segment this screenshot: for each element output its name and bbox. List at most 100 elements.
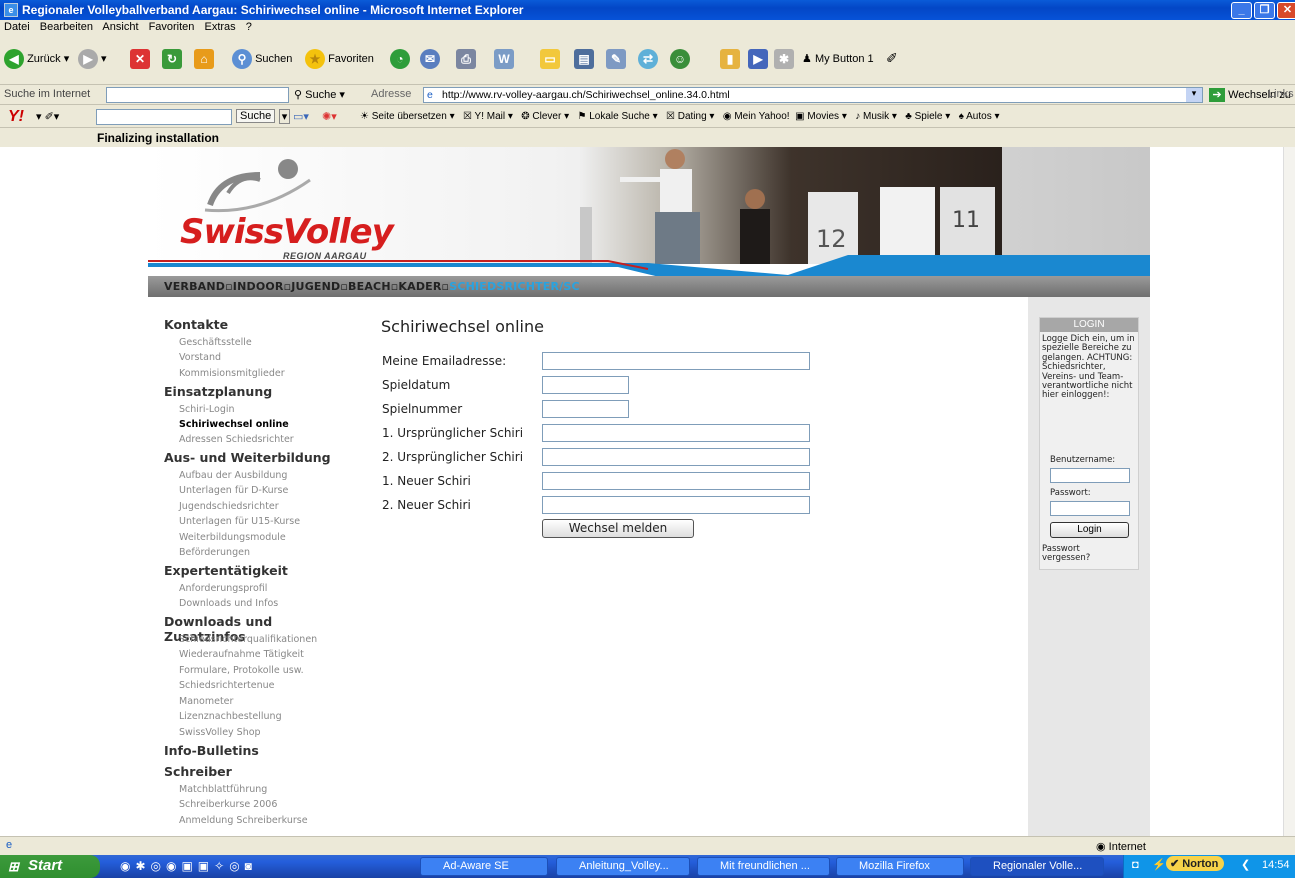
yahoo-highlight-icon[interactable]: ▭▾	[293, 110, 309, 123]
sidebar-item[interactable]: Wiederaufnahme Tätigkeit	[179, 649, 304, 660]
date-field[interactable]	[542, 376, 629, 394]
sidebar-item[interactable]: Anforderungsprofil	[179, 583, 267, 594]
submit-change-button[interactable]: Wechsel melden	[542, 519, 694, 538]
sidebar-item[interactable]: Schiri-Login	[179, 404, 235, 415]
network-icon[interactable]: ⇄	[638, 49, 658, 69]
norton-badge[interactable]: ✔ Norton	[1166, 856, 1225, 871]
menu-help[interactable]: ?	[246, 21, 252, 33]
sidebar-item[interactable]: Schiedsrichterqualifikationen	[179, 634, 317, 645]
sidebar-item[interactable]: Unterlagen für U15-Kurse	[179, 516, 300, 527]
yahoo-logo-icon[interactable]: Y!	[8, 108, 24, 126]
nav-beach[interactable]: BEACH	[348, 280, 391, 293]
yahoo-pencil-icon[interactable]: ▾ ✐▾	[36, 110, 59, 123]
close-button[interactable]: ✕	[1277, 2, 1295, 19]
sidebar-item[interactable]: Lizenznachbestellung	[179, 711, 282, 722]
menu-datei[interactable]: Datei	[4, 21, 30, 33]
local-search-link[interactable]: ⚑ Lokale Suche ▾	[577, 111, 657, 122]
yahoo-search-dropdown-icon[interactable]: ▾	[279, 109, 290, 124]
minimize-button[interactable]: _	[1231, 2, 1252, 19]
sidebar-item[interactable]: Anmeldung Schreiberkurse	[179, 815, 308, 826]
sidebar-item[interactable]: SwissVolley Shop	[179, 727, 261, 738]
new-referee-2-field[interactable]	[542, 496, 810, 514]
edit-icon[interactable]: W	[494, 49, 514, 69]
forgot-password-link[interactable]: Passwort vergessen?	[1042, 544, 1102, 564]
sidebar-item[interactable]: Schreiberkurse 2006	[179, 799, 277, 810]
password-field[interactable]	[1050, 501, 1130, 516]
task-adaware[interactable]: Ad-Aware SE	[420, 857, 548, 876]
cars-link[interactable]: ♠ Autos ▾	[959, 111, 1000, 122]
movies-link[interactable]: ▣ Movies ▾	[795, 111, 847, 122]
sidebar-item[interactable]: Kommisionsmitglieder	[179, 368, 285, 379]
menu-ansicht[interactable]: Ansicht	[102, 21, 138, 33]
search-button[interactable]: ⚲ Suchen	[232, 49, 292, 69]
nav-jugend[interactable]: JUGEND	[291, 280, 340, 293]
sidebar-item[interactable]: Adressen Schiedsrichter	[179, 434, 294, 445]
sidebar-heading-ausbildung[interactable]: Aus- und Weiterbildung	[164, 450, 331, 465]
task-firefox[interactable]: Mozilla Firefox	[836, 857, 964, 876]
users-icon[interactable]: ☺	[670, 49, 690, 69]
sidebar-heading-schreiber[interactable]: Schreiber	[164, 764, 232, 779]
my-button-1[interactable]: ♟ My Button 1	[802, 52, 874, 65]
nav-schiedsrichter[interactable]: SCHIEDSRICHTER/SC	[449, 280, 580, 293]
address-input[interactable]: e http://www.rv-volley-aargau.ch/Schiriw…	[423, 87, 1203, 103]
play-icon[interactable]: ▶	[748, 49, 768, 69]
favorites-button[interactable]: ★ Favoriten	[305, 49, 374, 69]
maximize-button[interactable]: ❐	[1254, 2, 1275, 19]
sidebar-item[interactable]: Formulare, Protokolle usw.	[179, 665, 304, 676]
sidebar-item[interactable]: Manometer	[179, 696, 233, 707]
internet-search-button[interactable]: ⚲ Suche ▾	[294, 88, 345, 101]
email-field[interactable]	[542, 352, 810, 370]
games-link[interactable]: ♣ Spiele ▾	[905, 111, 950, 122]
quicklaunch-icons[interactable]: ◉✱◎◉▣▣✧◎◙	[120, 859, 257, 873]
my-yahoo-link[interactable]: ◉ Mein Yahoo!	[723, 111, 790, 122]
sidebar-item[interactable]: Weiterbildungsmodule	[179, 532, 286, 543]
nav-kader[interactable]: KADER	[398, 280, 441, 293]
menu-extras[interactable]: Extras	[204, 21, 235, 33]
pencil-icon[interactable]: ✐	[886, 50, 898, 67]
login-button[interactable]: Login	[1050, 522, 1129, 538]
task-mail[interactable]: Mit freundlichen ...	[697, 857, 830, 876]
forward-button[interactable]: ▶ ▾	[78, 49, 107, 69]
messenger-icon[interactable]: ✎	[606, 49, 626, 69]
tray-help-icon[interactable]: ◘	[1132, 859, 1139, 871]
history-icon[interactable]: ◔	[390, 49, 410, 69]
ymail-link[interactable]: ☒ Y! Mail ▾	[463, 111, 513, 122]
sidebar-item[interactable]: Aufbau der Ausbildung	[179, 470, 287, 481]
orig-referee-2-field[interactable]	[542, 448, 810, 466]
refresh-icon[interactable]: ↻	[162, 49, 182, 69]
tools-icon[interactable]: ✱	[774, 49, 794, 69]
start-button[interactable]: ⊞ Start	[0, 855, 100, 878]
sidebar-item[interactable]: Downloads und Infos	[179, 598, 278, 609]
tray-network-icon[interactable]: ⚡	[1152, 858, 1166, 871]
game-number-field[interactable]	[542, 400, 629, 418]
sidebar-item-active[interactable]: Schiriwechsel online	[179, 419, 289, 430]
sidebar-item[interactable]: Matchblattführung	[179, 784, 267, 795]
tray-arrow-icon[interactable]: ❮	[1241, 858, 1250, 871]
sidebar-item[interactable]: Schiedsrichtertenue	[179, 680, 274, 691]
new-referee-1-field[interactable]	[542, 472, 810, 490]
sidebar-item[interactable]: Geschäftsstelle	[179, 337, 252, 348]
note-icon[interactable]: ▮	[720, 49, 740, 69]
dating-link[interactable]: ☒ Dating ▾	[666, 111, 714, 122]
sidebar-item[interactable]: Beförderungen	[179, 547, 250, 558]
nav-verband[interactable]: VERBAND	[164, 280, 225, 293]
internet-search-input[interactable]	[106, 87, 289, 103]
print-icon[interactable]: ⎙	[456, 49, 476, 69]
site-logo[interactable]: SwissVolley	[180, 212, 394, 252]
nav-indoor[interactable]: INDOOR	[233, 280, 284, 293]
window-title-bar[interactable]: e Regionaler Volleyballverband Aargau: S…	[0, 0, 1295, 20]
mail-icon[interactable]: ✉	[420, 49, 440, 69]
research-icon[interactable]: ▤	[574, 49, 594, 69]
address-dropdown-icon[interactable]: ▾	[1186, 88, 1202, 102]
username-field[interactable]	[1050, 468, 1130, 483]
vertical-scrollbar[interactable]	[1283, 147, 1295, 836]
menu-bearbeiten[interactable]: Bearbeiten	[40, 21, 93, 33]
sidebar-heading-bulletins[interactable]: Info-Bulletins	[164, 743, 259, 758]
home-icon[interactable]: ⌂	[194, 49, 214, 69]
translate-link[interactable]: ☀ Seite übersetzen ▾	[360, 111, 455, 122]
sidebar-heading-kontakte[interactable]: Kontakte	[164, 317, 228, 332]
orig-referee-1-field[interactable]	[542, 424, 810, 442]
sidebar-item[interactable]: Vorstand	[179, 352, 221, 363]
links-label[interactable]: Links	[1268, 88, 1294, 100]
folder-icon[interactable]: ▭	[540, 49, 560, 69]
